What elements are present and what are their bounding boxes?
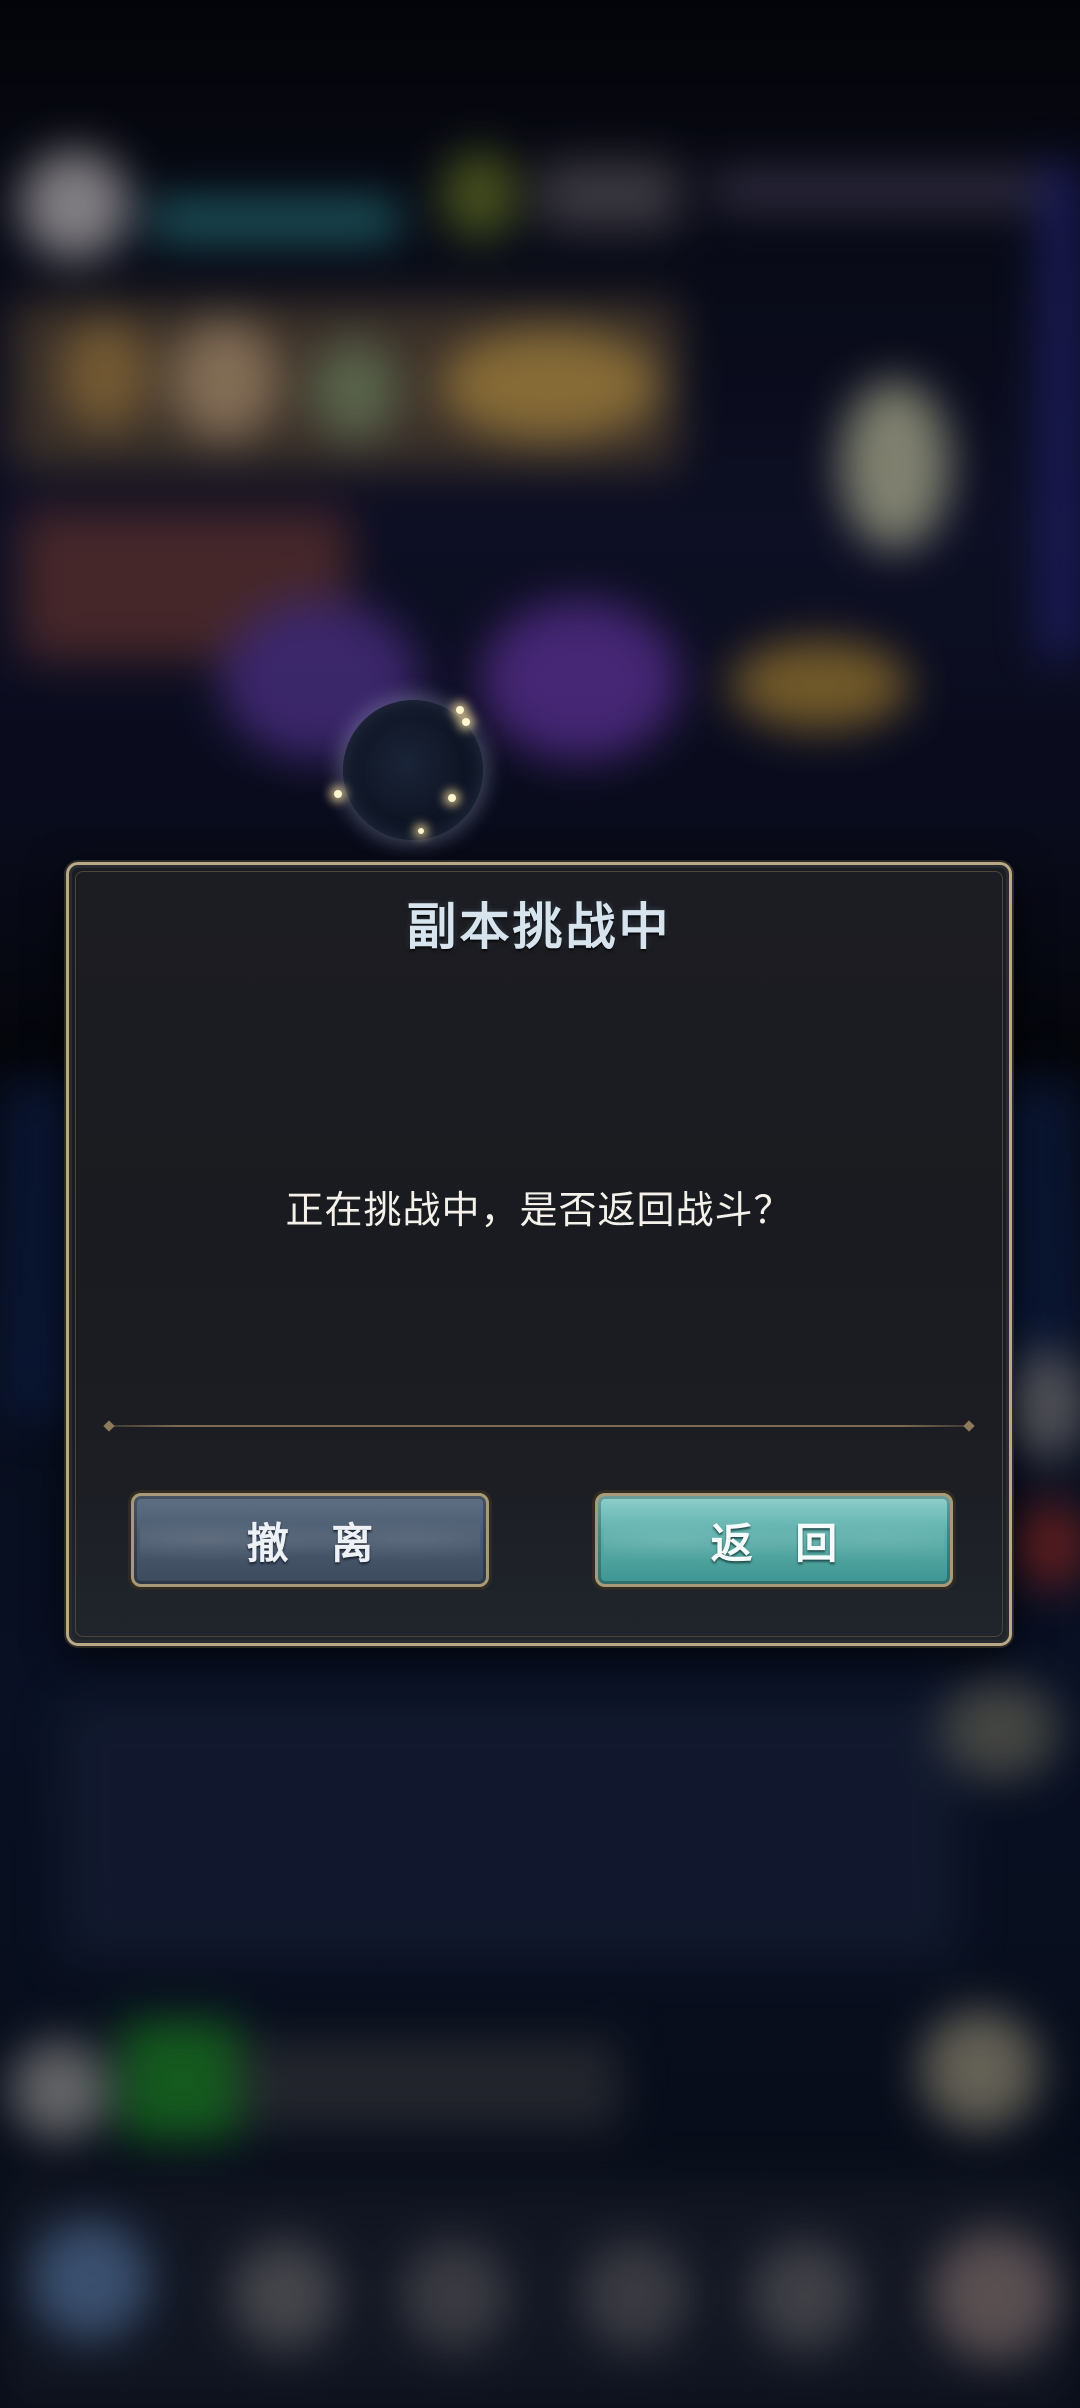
game-screen: 副本挑战中 正在挑战中，是否返回战斗？ 撤 离 返 回 [0, 0, 1080, 2408]
dialog-divider [109, 1425, 969, 1427]
dialog-title: 副本挑战中 [406, 897, 672, 956]
spark-icon [418, 828, 424, 834]
challenge-dialog: 副本挑战中 正在挑战中，是否返回战斗？ 撤 离 返 回 [66, 862, 1012, 1646]
leave-button[interactable]: 撤 离 [131, 1493, 489, 1587]
spark-icon [334, 790, 342, 798]
return-button-label: 返 回 [710, 1518, 852, 1568]
return-button[interactable]: 返 回 [595, 1493, 953, 1587]
dialog-message: 正在挑战中，是否返回战斗？ [285, 1188, 793, 1232]
spark-icon [448, 794, 456, 802]
spark-icon [456, 706, 464, 714]
leave-button-label: 撤 离 [246, 1518, 388, 1568]
spark-icon [462, 718, 470, 726]
